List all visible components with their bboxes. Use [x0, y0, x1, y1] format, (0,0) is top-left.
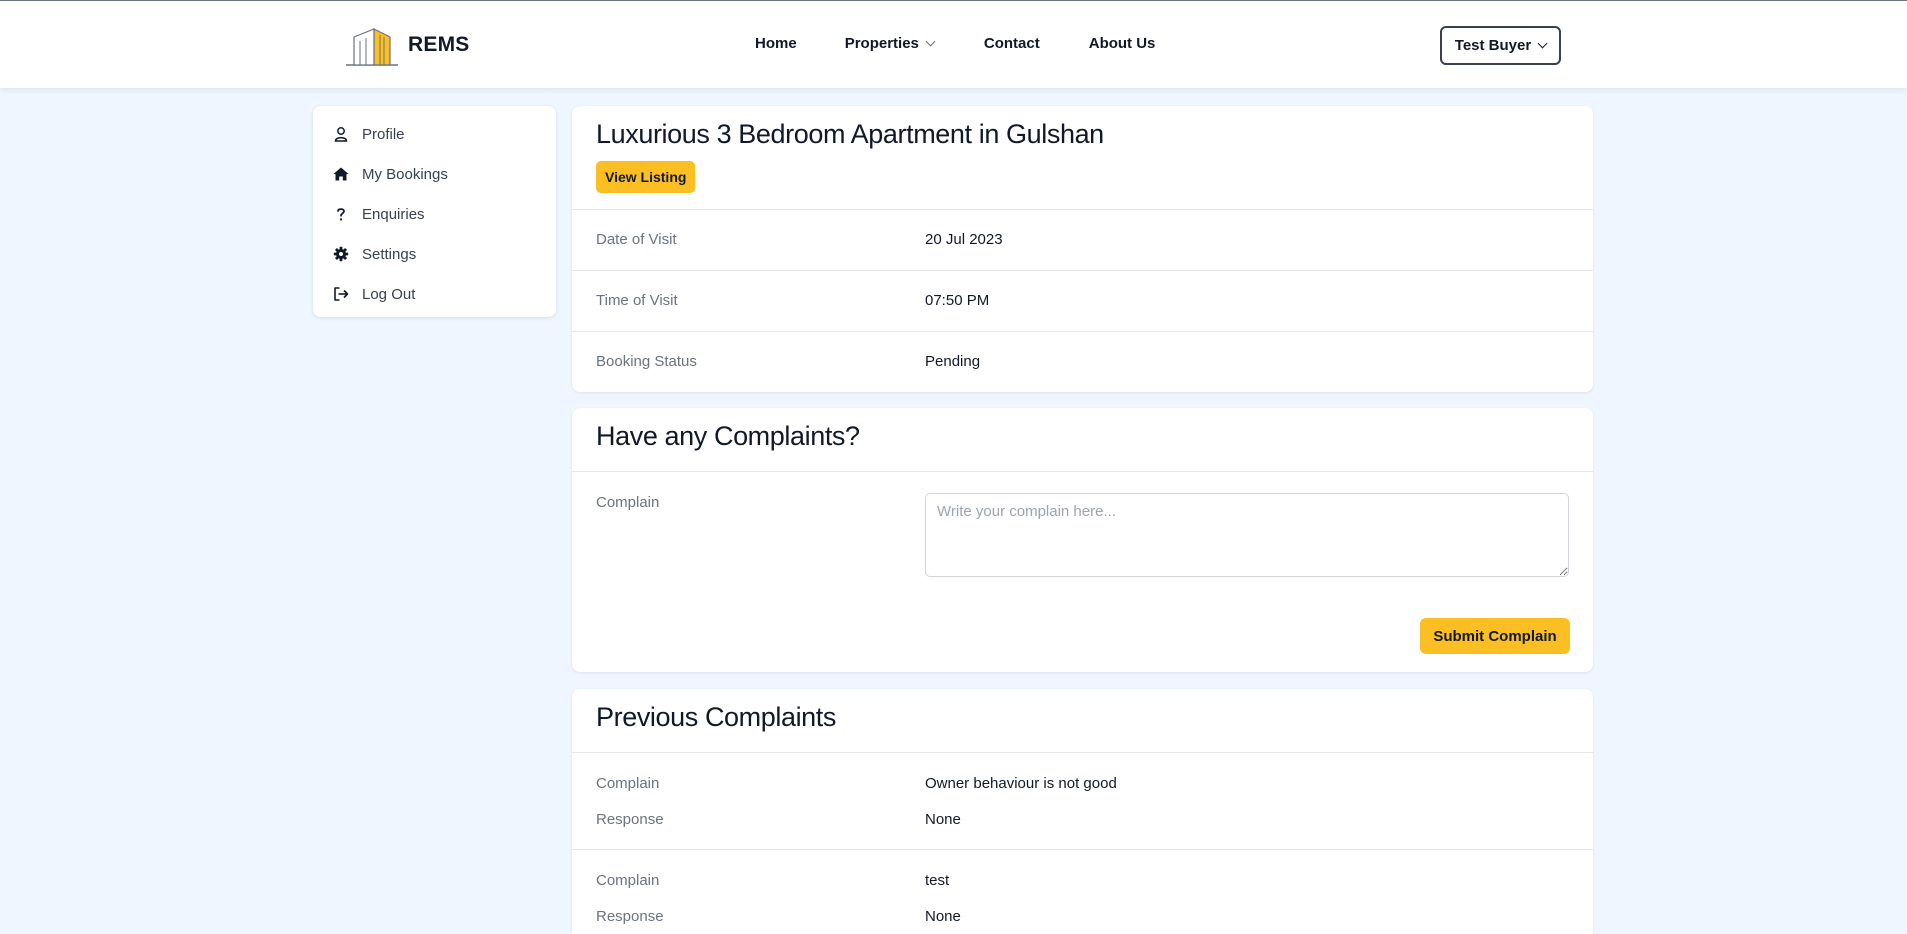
complaint-form-card: Have any Complaints? Complain Submit Com… [572, 408, 1593, 672]
building-logo-icon [346, 28, 398, 66]
sidebar-item-log-out[interactable]: Log Out [313, 274, 556, 314]
booking-status-value: Pending [925, 353, 981, 370]
sidebar-item-label: Settings [362, 245, 417, 263]
complain-text: Owner behaviour is not good [925, 775, 1117, 792]
complain-textarea[interactable] [925, 493, 1569, 577]
home-icon [333, 167, 349, 181]
nav-contact-link[interactable]: Contact [984, 35, 1040, 52]
divider [572, 209, 1593, 210]
divider [572, 331, 1593, 332]
sidebar-item-profile[interactable]: Profile [313, 114, 556, 154]
logout-icon [334, 287, 349, 301]
date-of-visit-label: Date of Visit [596, 231, 677, 248]
nav-home-link[interactable]: Home [755, 35, 797, 52]
sidebar-item-label: Enquiries [362, 205, 425, 223]
brand-logo-link[interactable]: REMS [344, 23, 469, 67]
booking-details-card: Luxurious 3 Bedroom Apartment in Gulshan… [572, 106, 1593, 392]
chevron-down-icon [925, 36, 936, 47]
nav-properties-label: Properties [844, 35, 919, 52]
question-icon [337, 208, 345, 221]
chevron-down-icon [1537, 38, 1548, 49]
time-of-visit-label: Time of Visit [596, 292, 678, 309]
complain-text: test [925, 872, 950, 889]
response-label: Response [596, 811, 664, 828]
divider [572, 752, 1593, 753]
sidebar-item-label: Profile [362, 125, 405, 143]
complain-label: Complain [596, 775, 660, 792]
complain-field-label: Complain [596, 494, 660, 511]
nav-properties-dropdown[interactable]: Properties [844, 35, 936, 52]
complaint-form-title: Have any Complaints? [596, 421, 860, 451]
divider [572, 471, 1593, 472]
user-menu-button[interactable]: Test Buyer [1440, 26, 1561, 65]
nav-about-link[interactable]: About Us [1089, 35, 1156, 52]
gear-icon [333, 246, 349, 262]
sidebar-item-settings[interactable]: Settings [313, 234, 556, 274]
brand-name: REMS [408, 33, 470, 56]
complain-label: Complain [596, 872, 660, 889]
top-navbar: REMS Home Properties Contact About Us Te… [0, 0, 1907, 88]
main-nav: Home Properties Contact About Us [755, 35, 1155, 52]
sidebar-item-my-bookings[interactable]: My Bookings [313, 154, 556, 194]
response-text: None [925, 811, 961, 828]
view-listing-button[interactable]: View Listing [596, 161, 696, 193]
booking-status-label: Booking Status [596, 353, 697, 370]
user-icon [334, 127, 348, 142]
submit-complain-button[interactable]: Submit Complain [1420, 618, 1570, 654]
sidebar-item-enquiries[interactable]: Enquiries [313, 194, 556, 234]
divider [572, 849, 1593, 850]
account-sidebar: Profile My Bookings Enquiries Settings L… [313, 106, 556, 317]
sidebar-item-label: My Bookings [362, 165, 448, 183]
time-of-visit-value: 07:50 PM [925, 292, 990, 309]
sidebar-item-label: Log Out [362, 285, 416, 303]
property-title: Luxurious 3 Bedroom Apartment in Gulshan [596, 119, 1104, 149]
date-of-visit-value: 20 Jul 2023 [925, 231, 1003, 248]
previous-complaints-title: Previous Complaints [596, 702, 837, 732]
response-text: None [925, 908, 961, 925]
user-menu-label: Test Buyer [1454, 37, 1532, 54]
previous-complaints-card: Previous Complaints Complain Owner behav… [572, 689, 1593, 934]
divider [572, 270, 1593, 271]
response-label: Response [596, 908, 664, 925]
